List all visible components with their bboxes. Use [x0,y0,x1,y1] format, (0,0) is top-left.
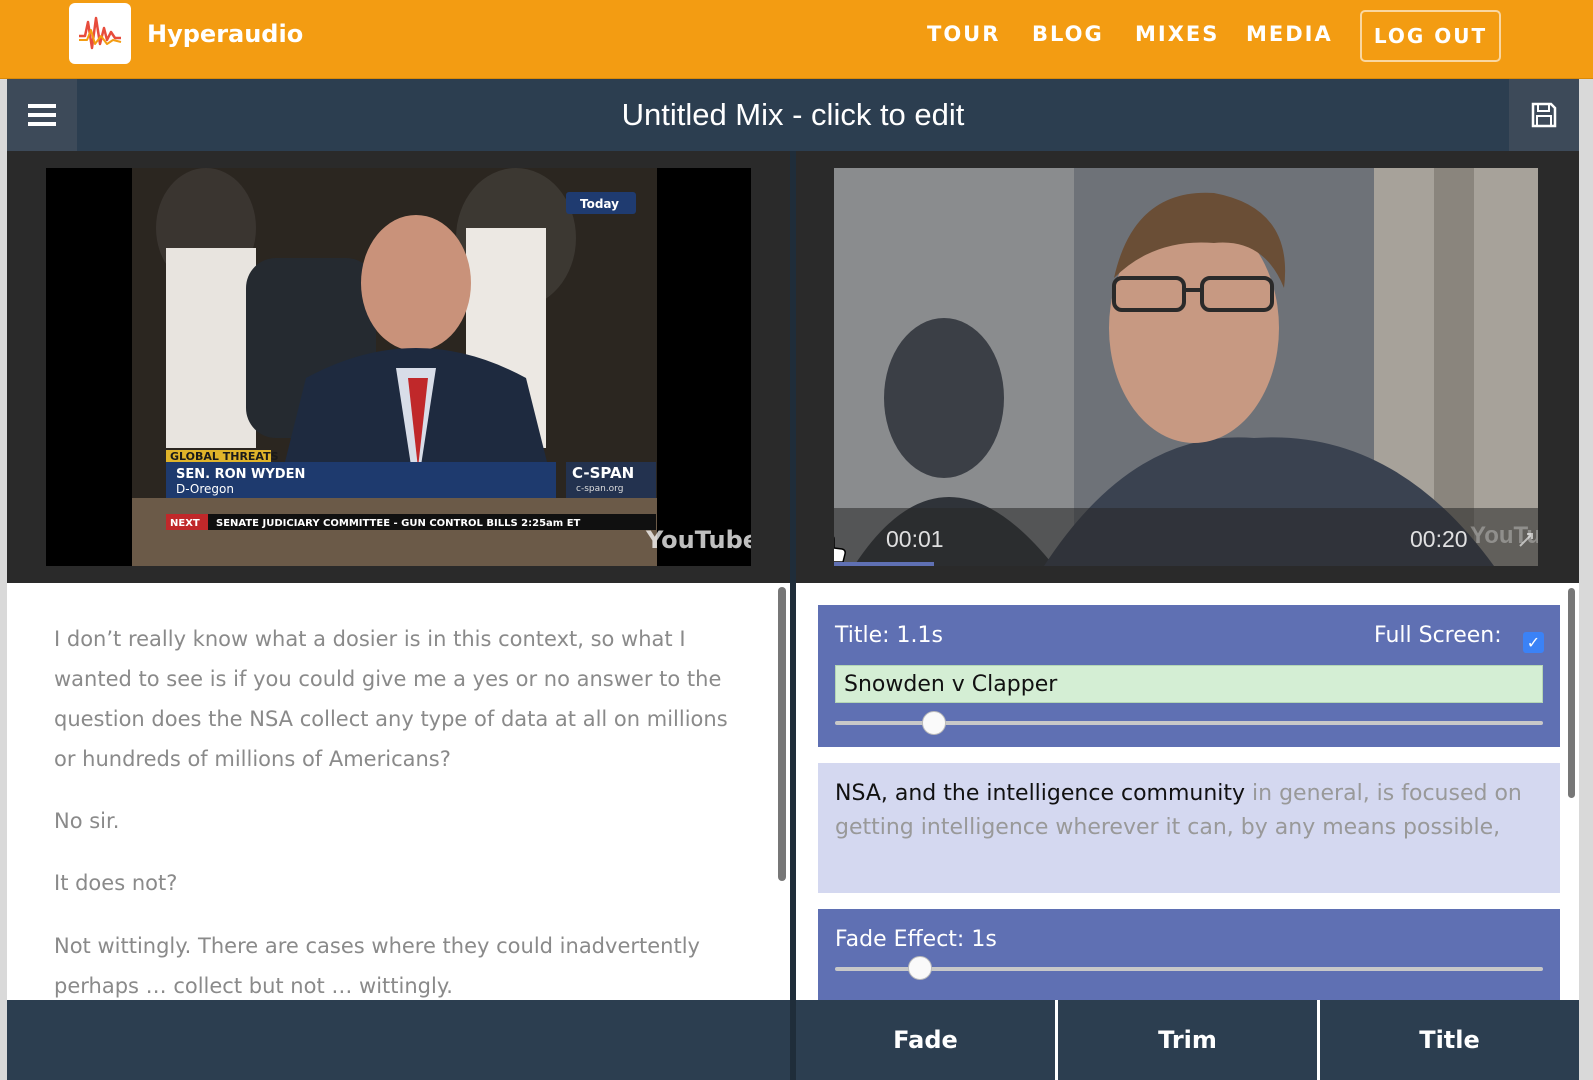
save-icon[interactable] [1509,79,1579,151]
fade-effect-card[interactable]: Fade Effect: 1s [818,909,1560,1000]
hamburger-menu-icon[interactable] [7,79,77,151]
senate-hearing-video-frame: Today GLOBAL THREATS SEN. RON WYDEN D-Or… [46,168,751,566]
fade-duration-slider-track[interactable] [835,967,1543,971]
source-video-panel: Today GLOBAL THREATS SEN. RON WYDEN D-Or… [7,151,790,583]
mix-title-bar: Untitled Mix - click to edit [7,79,1579,151]
video-controls-bar: 00:01 00:20 YouTube [834,508,1538,566]
hyperaudio-logo-icon[interactable] [69,3,131,64]
transcript-paragraph[interactable]: I don’t really know what a dosier is in … [54,619,744,779]
lower-third-name: SEN. RON WYDEN [176,467,305,482]
trim-button[interactable]: Trim [1055,1000,1317,1080]
transcript-scrollbar[interactable] [778,587,786,881]
transcript-paragraph[interactable]: Not wittingly. There are cases where the… [54,926,744,1000]
full-screen-label: Full Screen: [1374,623,1502,648]
fullscreen-icon[interactable] [1518,532,1534,548]
hand-cursor-icon [834,536,846,563]
transcript-clip-card[interactable]: NSA, and the intelligence community in g… [818,763,1560,893]
transcript-panel[interactable]: I don’t really know what a dosier is in … [7,583,790,1000]
clip-active-text: NSA, and the intelligence community [835,781,1246,806]
youtube-watermark-left: YouTube [645,526,751,554]
playback-progress-bar[interactable] [834,562,934,566]
mix-title[interactable]: Untitled Mix - click to edit [77,79,1509,151]
today-badge: Today [580,197,619,211]
effects-toolbar: Fade Trim Title [796,1000,1579,1080]
transcript-paragraph[interactable]: No sir. [54,801,744,841]
clip-text[interactable]: NSA, and the intelligence community in g… [835,777,1535,845]
title-text-input[interactable]: Snowden v Clapper [835,665,1543,703]
title-button[interactable]: Title [1317,1000,1579,1080]
nav-mixes[interactable]: MIXES [1135,22,1219,46]
transcript-paragraph[interactable]: It does not? [54,863,744,903]
next-label: NEXT [170,518,200,529]
mix-video-player[interactable]: 00:01 00:20 YouTube [834,168,1538,566]
next-program-text: SENATE JUDICIARY COMMITTEE - GUN CONTROL… [216,518,581,529]
network-logo: C-SPAN [572,464,634,482]
network-url: c-span.org [576,484,623,494]
interview-video-frame [834,168,1538,566]
title-duration-slider-thumb[interactable] [922,711,947,735]
duration-time: 00:20 [1410,526,1468,552]
nav-tour[interactable]: TOUR [927,22,1000,46]
lower-third-party: D-Oregon [176,482,234,496]
mix-video-panel: 00:01 00:20 YouTube [796,151,1579,583]
transcript-footer [7,1000,790,1080]
lower-third-tag: GLOBAL THREATS [170,450,279,463]
title-effect-label: Title: 1.1s [835,623,944,648]
full-screen-checkbox[interactable]: ✓ [1523,632,1544,653]
current-time: 00:01 [886,526,944,552]
fade-effect-label: Fade Effect: 1s [835,927,997,952]
mix-edit-panel[interactable]: Title: 1.1s Full Screen: ✓ Snowden v Cla… [796,583,1579,1000]
fade-button[interactable]: Fade [796,1000,1055,1080]
brand-name[interactable]: Hyperaudio [147,20,303,48]
fade-duration-slider-thumb[interactable] [907,956,932,980]
nav-media[interactable]: MEDIA [1246,22,1333,46]
log-out-button[interactable]: LOG OUT [1360,10,1501,62]
title-effect-card[interactable]: Title: 1.1s Full Screen: ✓ Snowden v Cla… [818,605,1560,747]
edit-panel-scrollbar[interactable] [1568,588,1575,798]
nav-blog[interactable]: BLOG [1032,22,1104,46]
source-video-player[interactable]: Today GLOBAL THREATS SEN. RON WYDEN D-Or… [46,168,751,566]
top-navigation-bar: Hyperaudio TOUR BLOG MIXES MEDIA LOG OUT [0,0,1593,79]
